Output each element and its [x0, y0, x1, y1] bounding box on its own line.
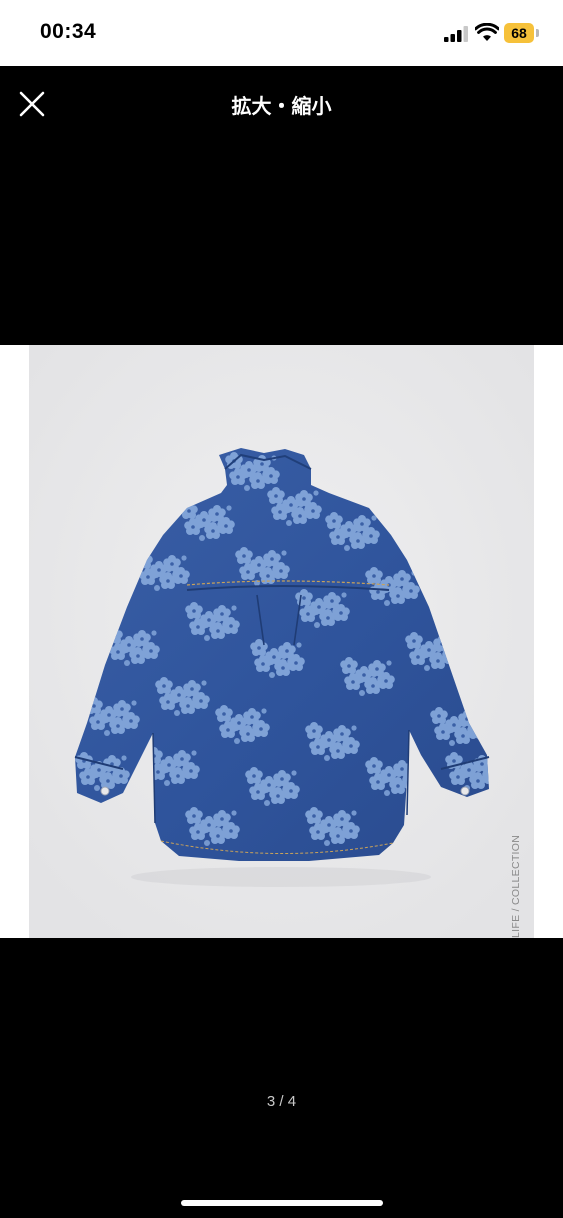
battery-tip: [536, 29, 539, 37]
status-bar: 00:34 68: [0, 0, 563, 66]
denim-shirt-illustration: [29, 345, 534, 938]
page-title: 拡大・縮小: [231, 94, 332, 118]
status-time: 00:34: [40, 20, 97, 43]
viewer-header: 拡大・縮小: [0, 66, 563, 142]
product-image[interactable]: [29, 345, 534, 938]
wifi-icon: [475, 23, 499, 41]
home-indicator[interactable]: [181, 1200, 383, 1206]
image-watermark: LIFE / COLLECTION: [510, 834, 522, 938]
cellular-signal-icon: [444, 26, 468, 42]
battery-icon: 68: [504, 23, 534, 43]
page-indicator: 3 / 4: [266, 1093, 297, 1110]
image-viewer[interactable]: LIFE / COLLECTION: [0, 345, 563, 938]
